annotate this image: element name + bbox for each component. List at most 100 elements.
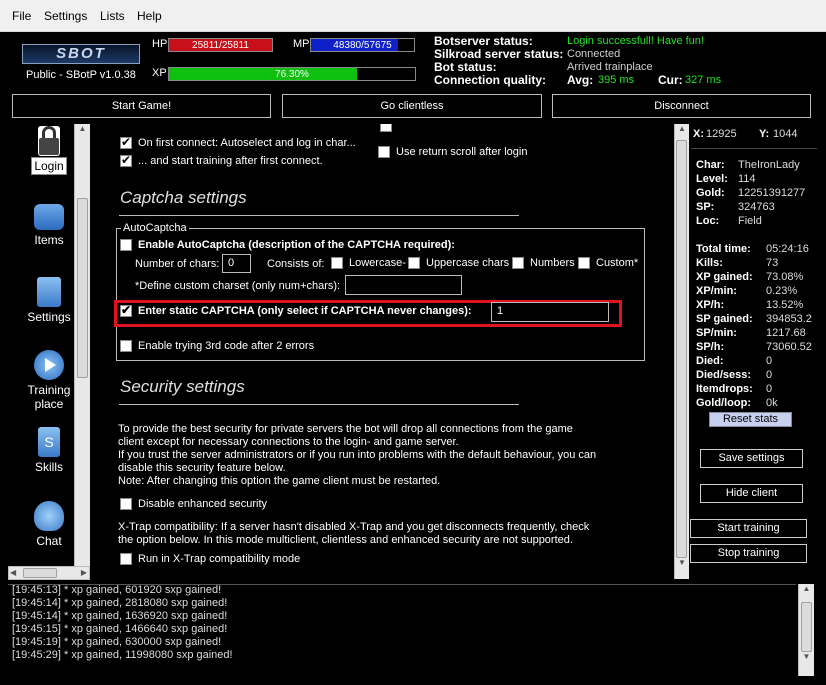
sidebar-item-training-place[interactable]: Training place: [18, 350, 80, 411]
log-line: [19:45:14] * xp gained, 1636920 sxp gain…: [12, 610, 228, 622]
silkroad-status-label: Silkroad server status:: [434, 47, 564, 61]
start-training-option[interactable]: ... and start training after first conne…: [120, 153, 323, 168]
stop-training-button[interactable]: Stop training: [690, 544, 807, 563]
scroll-down-icon[interactable]: ▼: [799, 652, 814, 666]
custom-option[interactable]: Custom*: [578, 257, 639, 270]
first-connect-option[interactable]: On first connect: Autoselect and log in …: [120, 135, 356, 150]
log-scroll-thumb[interactable]: [801, 602, 812, 652]
sidebar-scrollbar[interactable]: ▲: [74, 124, 90, 566]
hide-client-button[interactable]: Hide client: [700, 484, 803, 503]
gold-loop-label: Gold/loop:: [696, 397, 751, 409]
version-label: Public - SBotP v1.0.38: [26, 69, 136, 81]
partial-checkbox[interactable]: [380, 124, 392, 133]
stats-panel: X: 12925 Y: 1044 Char: TheIronLady Level…: [690, 124, 817, 579]
menu-lists[interactable]: Lists: [100, 9, 125, 23]
scroll-up-icon[interactable]: ▲: [675, 124, 689, 138]
custom-checkbox[interactable]: [578, 257, 590, 270]
sidebar-hscroll-thumb[interactable]: [23, 568, 57, 578]
enable-autocaptcha-label: Enable AutoCaptcha (description of the C…: [138, 239, 455, 251]
avg-label: Avg:: [567, 73, 594, 87]
static-captcha-option[interactable]: Enter static CAPTCHA (only select if CAP…: [120, 303, 472, 318]
return-scroll-option[interactable]: Use return scroll after login: [378, 146, 528, 159]
captcha-title-underline: [119, 215, 519, 216]
scroll-right-icon[interactable]: ▶: [81, 568, 87, 577]
numbers-checkbox[interactable]: [512, 257, 524, 270]
total-time-label: Total time:: [696, 243, 751, 255]
go-clientless-button[interactable]: Go clientless: [282, 94, 542, 118]
lowercase-label: Lowercase-: [349, 257, 406, 269]
custom-charset-label: *Define custom charset (only num+chars):: [135, 280, 341, 292]
sidebar-item-chat[interactable]: Chat: [18, 501, 80, 548]
sidebar-hscrollbar[interactable]: ◀ ▶: [8, 566, 90, 580]
enable-autocaptcha-checkbox[interactable]: [120, 239, 132, 252]
hp-value: 25811/25811: [192, 40, 249, 51]
xtrap-mode-checkbox[interactable]: [120, 553, 132, 566]
log-panel: [19:45:13] * xp gained, 601920 sxp gaine…: [8, 584, 796, 676]
sp-gained-label: SP gained:: [696, 313, 753, 325]
log-line: [19:45:15] * xp gained, 1466640 sxp gain…: [12, 623, 228, 635]
uppercase-checkbox[interactable]: [408, 257, 420, 270]
sidebar-item-label: Training place: [27, 383, 71, 411]
scroll-left-icon[interactable]: ◀: [10, 568, 16, 577]
play-icon: [34, 350, 64, 380]
num-chars-field[interactable]: 0: [222, 254, 251, 273]
static-captcha-checkbox[interactable]: [120, 303, 132, 318]
lowercase-option[interactable]: Lowercase-: [331, 257, 406, 270]
sidebar-item-items[interactable]: Items: [18, 204, 80, 247]
start-training-checkbox[interactable]: [120, 153, 132, 168]
return-scroll-checkbox[interactable]: [378, 146, 390, 159]
died-value: 0: [766, 355, 773, 367]
scroll-up-icon[interactable]: ▲: [75, 124, 90, 138]
sidebar-scroll-thumb[interactable]: [77, 198, 88, 378]
settings-scrollbar[interactable]: ▲ ▼: [674, 124, 689, 579]
static-captcha-field[interactable]: 1: [491, 302, 609, 322]
uppercase-label: Uppercase chars: [426, 257, 510, 269]
silkroad-status-value: Connected: [567, 48, 621, 60]
first-connect-checkbox[interactable]: [120, 135, 132, 150]
uppercase-option[interactable]: Uppercase chars: [408, 257, 510, 270]
disable-security-option[interactable]: Disable enhanced security: [120, 498, 267, 511]
autocaptcha-group-label: AutoCaptcha: [121, 222, 189, 234]
enable-autocaptcha-option[interactable]: Enable AutoCaptcha (description of the C…: [120, 239, 455, 252]
scroll-down-icon[interactable]: ▼: [675, 558, 689, 572]
lowercase-checkbox[interactable]: [331, 257, 343, 270]
died-sess-value: 0: [766, 369, 773, 381]
cur-label: Cur:: [658, 73, 683, 87]
custom-label: Custom*: [596, 257, 639, 269]
sp-h-label: SP/h:: [696, 341, 725, 353]
return-scroll-label: Use return scroll after login: [396, 146, 528, 158]
xtrap-mode-option[interactable]: Run in X-Trap compatibility mode: [120, 553, 300, 566]
cur-value: 327 ms: [685, 74, 722, 86]
xp-min-label: XP/min:: [696, 285, 737, 297]
start-game-button[interactable]: Start Game!: [12, 94, 271, 118]
reset-stats-button[interactable]: Reset stats: [709, 412, 792, 427]
avg-value: 395 ms: [598, 74, 635, 86]
disable-security-checkbox[interactable]: [120, 498, 132, 511]
mp-value: 48380/57675: [333, 40, 392, 51]
died-label: Died:: [696, 355, 724, 367]
security-text-3: Note: After changing this option the gam…: [118, 475, 441, 487]
numbers-option[interactable]: Numbers: [512, 257, 575, 270]
third-code-option[interactable]: Enable trying 3rd code after 2 errors: [120, 340, 314, 353]
menu-settings[interactable]: Settings: [44, 9, 87, 23]
disconnect-button[interactable]: Disconnect: [552, 94, 811, 118]
log-line: [19:45:13] * xp gained, 601920 sxp gaine…: [12, 584, 222, 596]
scroll-up-icon[interactable]: ▲: [799, 584, 814, 598]
custom-charset-field[interactable]: [345, 275, 462, 295]
save-settings-button[interactable]: Save settings: [700, 449, 803, 468]
sp-min-value: 1217.68: [766, 327, 806, 339]
gold-value: 12251391277: [738, 187, 806, 199]
third-code-checkbox[interactable]: [120, 340, 132, 353]
log-scrollbar[interactable]: ▲ ▼: [798, 584, 814, 676]
start-training-button[interactable]: Start training: [690, 519, 807, 538]
first-connect-label: On first connect: Autoselect and log in …: [138, 137, 356, 149]
numbers-label: Numbers: [530, 257, 575, 269]
security-text-2: If you trust the server administrators o…: [118, 449, 597, 474]
menu-help[interactable]: Help: [137, 9, 162, 23]
menu-file[interactable]: File: [12, 9, 31, 23]
botserver-status-value: Login successfull! Have fun!: [567, 35, 704, 47]
settings-scroll-thumb[interactable]: [676, 140, 687, 558]
sidebar-item-login[interactable]: Login: [18, 126, 80, 175]
sidebar-item-skills[interactable]: S Skills: [18, 427, 80, 474]
sidebar-item-settings[interactable]: Settings: [18, 277, 80, 324]
